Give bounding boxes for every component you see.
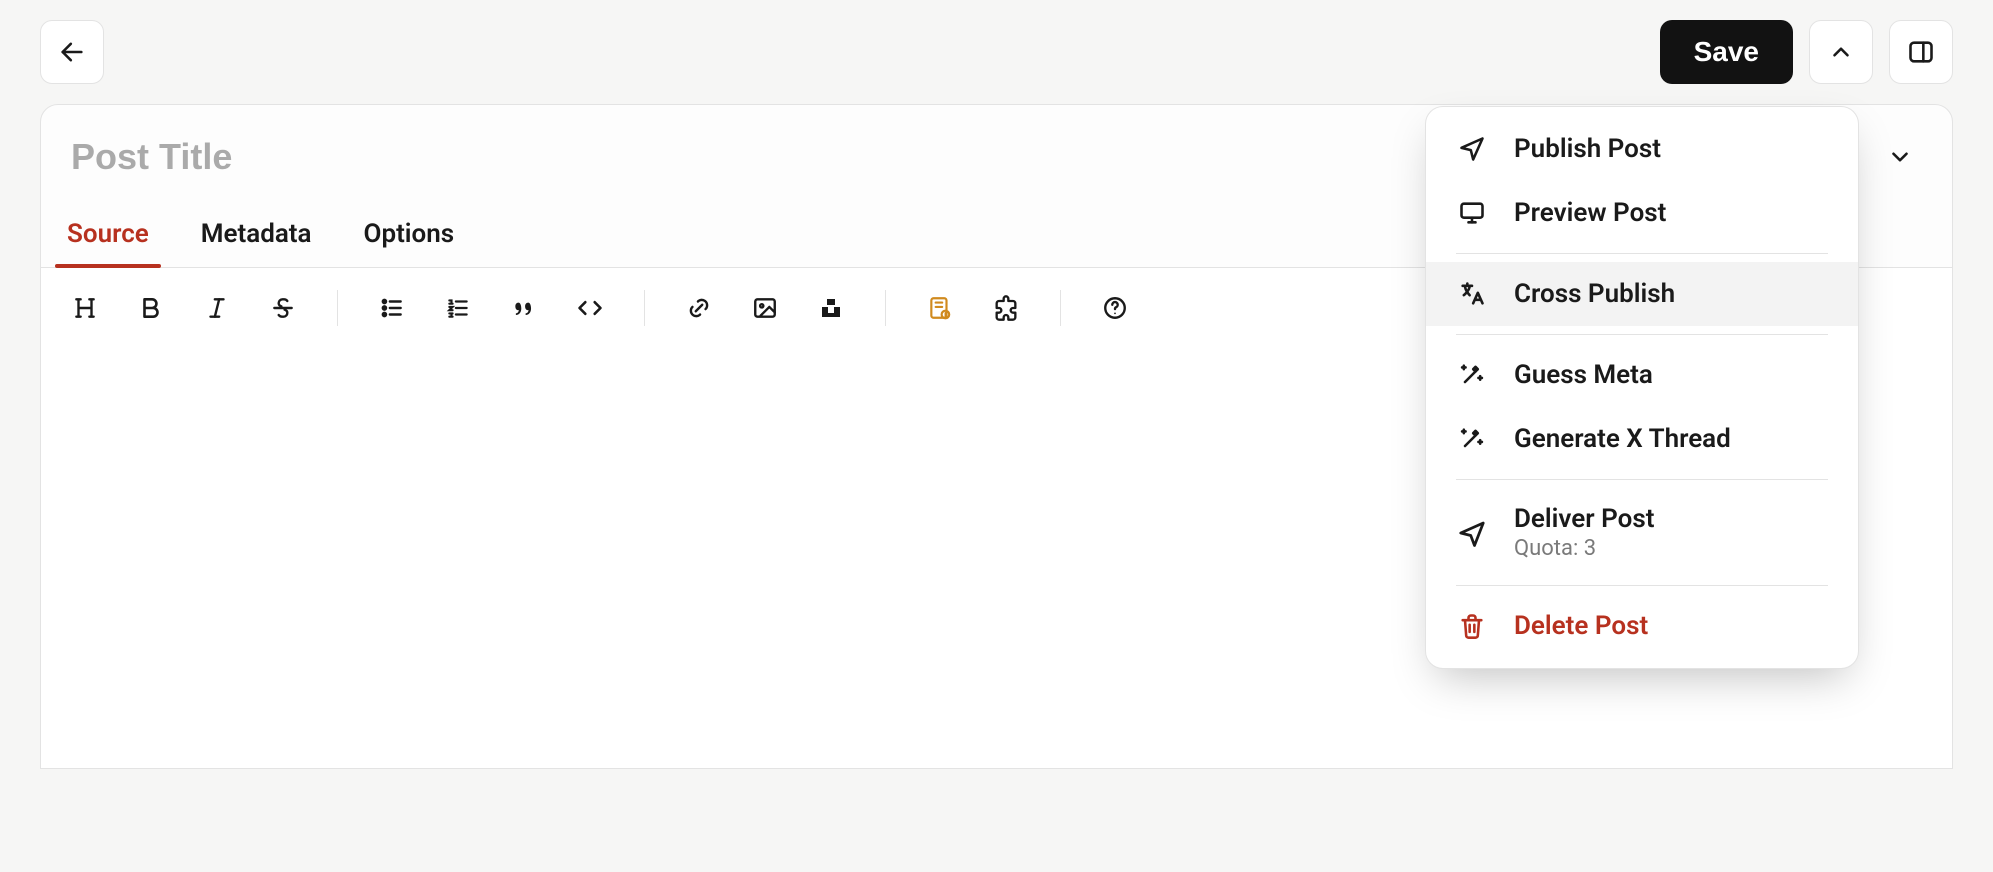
bold-button[interactable] — [135, 292, 167, 324]
toolbar-separator — [1060, 290, 1061, 326]
actions-menu: Publish Post Preview Post Cross Publish … — [1425, 106, 1859, 669]
menu-item-preview[interactable]: Preview Post — [1426, 181, 1858, 245]
toolbar-separator — [337, 290, 338, 326]
code-button[interactable] — [574, 292, 606, 324]
italic-button[interactable] — [201, 292, 233, 324]
list-numbered-icon — [445, 295, 471, 321]
link-button[interactable] — [683, 292, 715, 324]
menu-separator — [1456, 253, 1828, 254]
unsplash-icon — [819, 296, 843, 320]
italic-icon — [204, 295, 230, 321]
back-button[interactable] — [40, 20, 104, 84]
extension-button[interactable] — [990, 292, 1022, 324]
toolbar-separator — [644, 290, 645, 326]
chevron-up-icon — [1828, 39, 1854, 65]
send-icon — [1456, 517, 1488, 549]
numbered-list-button[interactable] — [442, 292, 474, 324]
menu-item-label: Deliver Post — [1514, 504, 1654, 534]
trash-icon — [1456, 610, 1488, 642]
quote-icon — [511, 295, 537, 321]
arrow-left-icon — [58, 38, 86, 66]
save-button[interactable]: Save — [1660, 20, 1793, 84]
menu-item-label: Generate X Thread — [1514, 424, 1731, 454]
strikethrough-icon — [270, 295, 296, 321]
menu-item-label: Cross Publish — [1514, 279, 1675, 309]
paywall-button[interactable] — [924, 292, 956, 324]
magic-wand-icon — [1456, 359, 1488, 391]
upload-media-button[interactable] — [815, 292, 847, 324]
image-icon — [752, 295, 778, 321]
menu-item-cross-publish[interactable]: Cross Publish — [1426, 262, 1858, 326]
paywall-icon — [927, 295, 953, 321]
tab-options[interactable]: Options — [360, 209, 459, 267]
more-actions-button[interactable] — [1809, 20, 1873, 84]
navigation-icon — [1456, 133, 1488, 165]
chevron-down-icon — [1887, 144, 1913, 170]
menu-item-label: Guess Meta — [1514, 360, 1653, 390]
puzzle-icon — [992, 294, 1020, 322]
menu-separator — [1456, 585, 1828, 586]
bold-icon — [138, 295, 164, 321]
menu-item-label: Delete Post — [1514, 611, 1648, 641]
menu-item-subtext: Quota: 3 — [1514, 536, 1654, 561]
tab-source[interactable]: Source — [63, 209, 153, 267]
strike-button[interactable] — [267, 292, 299, 324]
magic-wand-icon — [1456, 423, 1488, 455]
panel-right-icon — [1907, 38, 1935, 66]
menu-item-label: Publish Post — [1514, 134, 1661, 164]
monitor-icon — [1456, 197, 1488, 229]
toolbar-separator — [885, 290, 886, 326]
code-icon — [576, 294, 604, 322]
collapse-header-button[interactable] — [1876, 133, 1924, 181]
bulleted-list-button[interactable] — [376, 292, 408, 324]
list-bulleted-icon — [379, 295, 405, 321]
menu-item-generate-x-thread[interactable]: Generate X Thread — [1426, 407, 1858, 471]
tab-metadata[interactable]: Metadata — [197, 209, 316, 267]
menu-item-delete[interactable]: Delete Post — [1426, 594, 1858, 658]
quote-button[interactable] — [508, 292, 540, 324]
toggle-sidebar-button[interactable] — [1889, 20, 1953, 84]
menu-item-label: Preview Post — [1514, 198, 1666, 228]
menu-item-guess-meta[interactable]: Guess Meta — [1426, 343, 1858, 407]
help-button[interactable] — [1099, 292, 1131, 324]
menu-separator — [1456, 334, 1828, 335]
image-button[interactable] — [749, 292, 781, 324]
translate-icon — [1456, 278, 1488, 310]
menu-item-publish[interactable]: Publish Post — [1426, 117, 1858, 181]
menu-item-deliver[interactable]: Deliver Post Quota: 3 — [1426, 488, 1858, 577]
heading-button[interactable] — [69, 292, 101, 324]
link-icon — [686, 295, 712, 321]
help-icon — [1102, 295, 1128, 321]
menu-separator — [1456, 479, 1828, 480]
heading-icon — [72, 295, 98, 321]
